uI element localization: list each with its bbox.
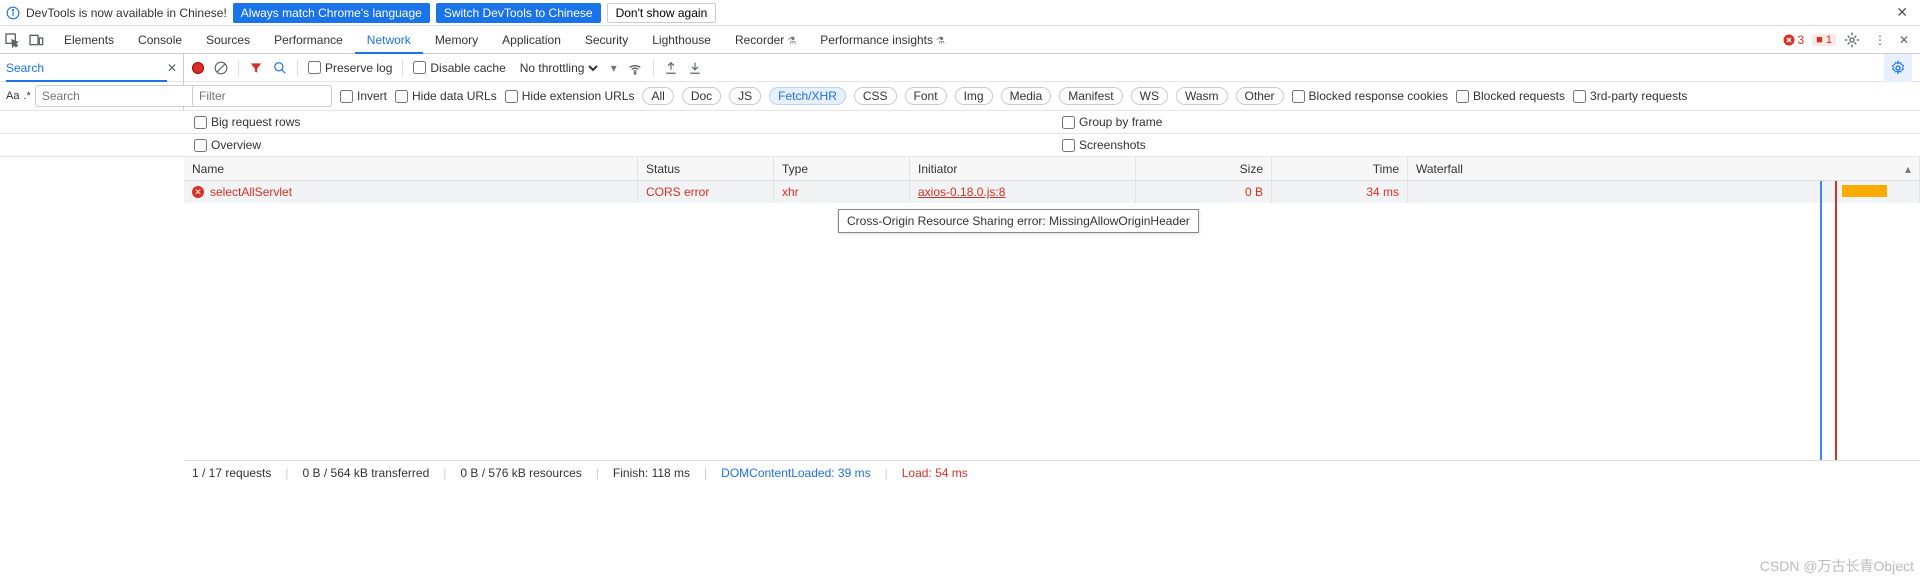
request-count: 1 / 17 requests (192, 466, 271, 480)
col-status[interactable]: Status (638, 157, 774, 180)
tab-memory[interactable]: Memory (423, 26, 490, 54)
network-options-row-2: Overview Screenshots (0, 134, 1920, 157)
search-tab-label[interactable]: Search (6, 54, 167, 82)
network-settings-gear-icon[interactable] (1884, 54, 1912, 82)
wifi-icon[interactable] (627, 60, 643, 76)
load-time: Load: 54 ms (902, 466, 968, 480)
pill-manifest[interactable]: Manifest (1059, 87, 1122, 105)
resources-size: 0 B / 576 kB resources (460, 466, 581, 480)
pill-ws[interactable]: WS (1131, 87, 1168, 105)
clear-icon[interactable] (214, 61, 228, 75)
transferred-size: 0 B / 564 kB transferred (303, 466, 430, 480)
blocked-requests-checkbox[interactable]: Blocked requests (1456, 89, 1565, 103)
col-type[interactable]: Type (774, 157, 910, 180)
search-icon[interactable] (273, 61, 287, 75)
preserve-log-checkbox[interactable]: Preserve log (308, 61, 392, 75)
tab-elements[interactable]: Elements (52, 26, 126, 54)
filter-input[interactable] (192, 85, 332, 107)
match-language-button[interactable]: Always match Chrome's language (233, 3, 430, 23)
search-sidebar: Aa .* ↻ (0, 82, 184, 110)
col-name[interactable]: Name (184, 157, 638, 180)
tab-recorder[interactable]: Recorder⚗ (723, 26, 808, 54)
request-timing-bar (1842, 185, 1887, 197)
waterfall-chart (1760, 181, 1920, 460)
more-menu-icon[interactable]: ⋮ (1868, 33, 1892, 47)
dismiss-infobar-button[interactable]: Don't show again (607, 3, 717, 23)
csdn-watermark: CSDN @万古长青Object (1760, 556, 1914, 576)
tab-lighthouse[interactable]: Lighthouse (640, 26, 723, 54)
devtools-tabbar: Elements Console Sources Performance Net… (0, 26, 1920, 54)
error-status-icon: ✕ (192, 186, 204, 198)
hide-extension-urls-checkbox[interactable]: Hide extension URLs (505, 89, 635, 103)
overview-checkbox[interactable]: Overview (194, 138, 261, 152)
inspect-element-icon[interactable] (4, 32, 28, 48)
throttling-select[interactable]: No throttling (516, 60, 601, 76)
network-filter-bar: Invert Hide data URLs Hide extension URL… (184, 82, 1920, 110)
network-toolbar: Preserve log Disable cache No throttling… (184, 54, 1920, 82)
dcl-time: DOMContentLoaded: 39 ms (721, 466, 870, 480)
flask-icon: ⚗ (787, 36, 796, 47)
infobar-text: DevTools is now available in Chinese! (26, 6, 227, 20)
tab-sources[interactable]: Sources (194, 26, 262, 54)
third-party-requests-checkbox[interactable]: 3rd-party requests (1573, 89, 1687, 103)
tab-performance-insights[interactable]: Performance insights⚗ (808, 26, 957, 54)
col-time[interactable]: Time (1272, 157, 1408, 180)
invert-checkbox[interactable]: Invert (340, 89, 387, 103)
network-options-row: Big request rows Group by frame (0, 111, 1920, 134)
switch-language-button[interactable]: Switch DevTools to Chinese (436, 3, 601, 23)
sort-indicator-icon: ▴ (1905, 162, 1911, 176)
pill-css[interactable]: CSS (854, 87, 897, 105)
tab-console[interactable]: Console (126, 26, 194, 54)
hide-data-urls-checkbox[interactable]: Hide data URLs (395, 89, 497, 103)
disable-cache-checkbox[interactable]: Disable cache (413, 61, 505, 75)
record-button[interactable] (192, 62, 204, 74)
network-table-header: Name Status Type Initiator Size Time Wat… (184, 157, 1920, 181)
finish-time: Finish: 118 ms (613, 466, 690, 480)
col-waterfall[interactable]: Waterfall▴ (1408, 157, 1920, 180)
big-request-rows-checkbox[interactable]: Big request rows (194, 115, 300, 129)
device-toolbar-icon[interactable] (28, 32, 52, 48)
search-input[interactable] (35, 85, 204, 107)
group-by-frame-checkbox[interactable]: Group by frame (1062, 115, 1162, 129)
issue-count-badge[interactable]: ■ 1 (1812, 34, 1836, 46)
pill-js[interactable]: JS (729, 87, 761, 105)
tab-network[interactable]: Network (355, 26, 423, 54)
language-infobar: DevTools is now available in Chinese! Al… (0, 0, 1920, 26)
settings-gear-icon[interactable] (1844, 32, 1868, 48)
upload-har-icon[interactable] (664, 61, 678, 75)
cors-error-tooltip: Cross-Origin Resource Sharing error: Mis… (838, 209, 1199, 233)
match-case-icon[interactable]: Aa (6, 90, 19, 102)
blocked-response-cookies-checkbox[interactable]: Blocked response cookies (1292, 89, 1448, 103)
pill-img[interactable]: Img (955, 87, 993, 105)
pill-all[interactable]: All (642, 87, 673, 105)
pill-fetch-xhr[interactable]: Fetch/XHR (769, 87, 846, 105)
info-icon (6, 6, 20, 20)
filter-icon[interactable] (249, 61, 263, 75)
request-row[interactable]: ✕selectAllServlet CORS error xhr axios-0… (184, 181, 1920, 203)
network-summary-footer: 1 / 17 requests| 0 B / 564 kB transferre… (184, 461, 1920, 485)
network-table-body: ✕selectAllServlet CORS error xhr axios-0… (184, 181, 1920, 461)
col-size[interactable]: Size (1136, 157, 1272, 180)
tab-application[interactable]: Application (490, 26, 573, 54)
flask-icon: ⚗ (936, 36, 945, 47)
pill-font[interactable]: Font (905, 87, 947, 105)
close-devtools-icon[interactable]: ✕ (1892, 33, 1916, 47)
col-initiator[interactable]: Initiator (910, 157, 1136, 180)
search-drawer-header: Search ✕ (0, 54, 184, 82)
error-count-badge[interactable]: 3 (1783, 33, 1804, 47)
regex-icon[interactable]: .* (23, 90, 30, 102)
pill-other[interactable]: Other (1236, 87, 1284, 105)
dcl-marker (1820, 181, 1822, 460)
close-infobar-icon[interactable]: ✕ (1890, 4, 1914, 21)
tab-security[interactable]: Security (573, 26, 640, 54)
pill-media[interactable]: Media (1001, 87, 1052, 105)
download-har-icon[interactable] (688, 61, 702, 75)
pill-wasm[interactable]: Wasm (1176, 87, 1228, 105)
pill-doc[interactable]: Doc (682, 87, 721, 105)
initiator-link[interactable]: axios-0.18.0.js:8 (918, 185, 1005, 199)
screenshots-checkbox[interactable]: Screenshots (1062, 138, 1146, 152)
tab-performance[interactable]: Performance (262, 26, 355, 54)
close-search-icon[interactable]: ✕ (167, 61, 177, 75)
load-marker (1835, 181, 1837, 460)
